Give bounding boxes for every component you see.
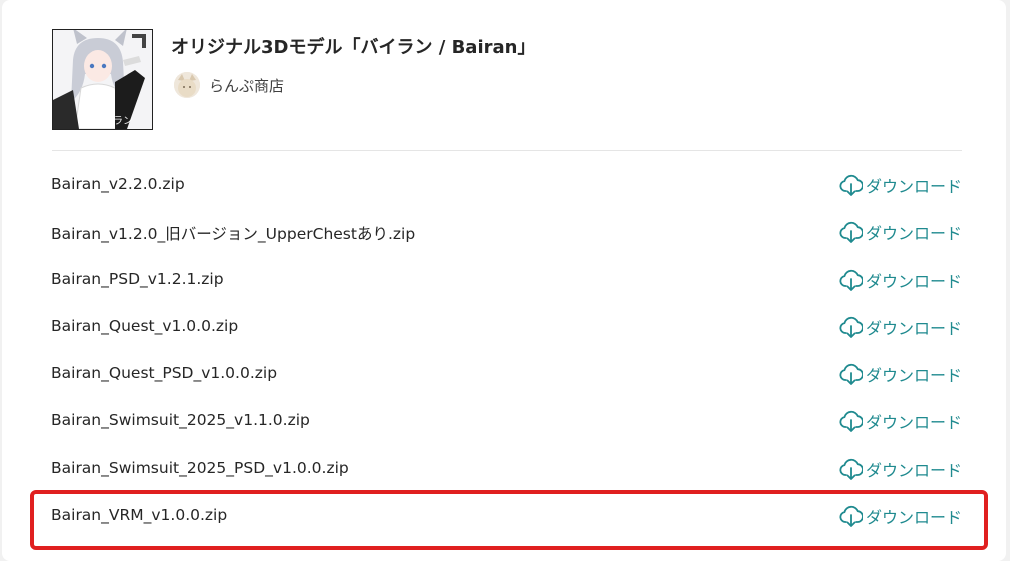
download-button[interactable]: ダウンロード (839, 219, 962, 245)
download-button[interactable]: ダウンロード (839, 172, 962, 198)
shop-avatar[interactable] (174, 72, 200, 98)
file-name: Bairan_v2.2.0.zip (51, 175, 185, 193)
character-illustration: バイラン (53, 30, 152, 129)
download-label: ダウンロード (865, 460, 962, 480)
file-row: Bairan_Quest_PSD_v1.0.0.zip ダウンロード (2, 351, 1006, 398)
file-list: Bairan_v2.2.0.zip ダウンロード Bairan_v1.2.0_旧… (2, 162, 1006, 540)
cloud-download-icon (839, 505, 863, 527)
file-row: Bairan_Quest_v1.0.0.zip ダウンロード (2, 304, 1006, 351)
download-button[interactable]: ダウンロード (839, 408, 962, 434)
cloud-download-icon (839, 458, 863, 480)
file-name: Bairan_Quest_PSD_v1.0.0.zip (51, 364, 278, 383)
product-card: バイラン オリジナル3Dモデル「バイラン / Bairan」 らんぷ商店 Bai… (2, 0, 1006, 561)
download-label: ダウンロード (865, 413, 962, 433)
file-name: Bairan_Quest_v1.0.0.zip (51, 316, 239, 335)
file-row: Bairan_PSD_v1.2.1.zip ダウンロード (2, 257, 1006, 304)
product-thumbnail[interactable]: バイラン (52, 29, 153, 130)
cloud-download-icon (839, 174, 863, 196)
file-name: Bairan_Swimsuit_2025_PSD_v1.0.0.zip (51, 458, 349, 477)
shop-name-link[interactable]: らんぷ商店 (209, 75, 284, 96)
file-name: Bairan_PSD_v1.2.1.zip (51, 269, 224, 288)
download-label: ダウンロード (865, 271, 962, 291)
shop-avatar-icon (174, 72, 200, 98)
file-name: Bairan_v1.2.0_旧バージョン_UpperChestあり.zip (51, 225, 416, 244)
divider (52, 150, 962, 151)
file-row: Bairan_v2.2.0.zip ダウンロード (2, 162, 1006, 209)
cloud-download-icon (839, 269, 863, 291)
file-name: Bairan_Swimsuit_2025_v1.1.0.zip (51, 411, 310, 430)
cloud-download-icon (839, 316, 863, 338)
file-row-highlighted: Bairan_VRM_v1.0.0.zip ダウンロード (2, 493, 1006, 540)
download-label: ダウンロード (865, 366, 962, 386)
cloud-download-icon (839, 411, 863, 433)
file-row: Bairan_Swimsuit_2025_PSD_v1.0.0.zip ダウンロ… (2, 446, 1006, 493)
download-button[interactable]: ダウンロード (839, 314, 962, 340)
download-button[interactable]: ダウンロード (839, 456, 962, 482)
download-button[interactable]: ダウンロード (839, 267, 962, 293)
download-label: ダウンロード (865, 508, 962, 528)
file-name: Bairan_VRM_v1.0.0.zip (51, 506, 228, 525)
download-label: ダウンロード (865, 318, 962, 338)
download-button[interactable]: ダウンロード (839, 361, 962, 387)
download-button[interactable]: ダウンロード (839, 503, 962, 529)
file-row: Bairan_v1.2.0_旧バージョン_UpperChestあり.zip ダウ… (2, 209, 1006, 256)
file-row: Bairan_Swimsuit_2025_v1.1.0.zip ダウンロード (2, 398, 1006, 445)
product-title[interactable]: オリジナル3Dモデル「バイラン / Bairan」 (171, 33, 535, 59)
thumbnail-caption: バイラン (93, 115, 133, 127)
download-label: ダウンロード (865, 177, 962, 196)
cloud-download-icon (839, 364, 863, 386)
download-label: ダウンロード (865, 224, 962, 244)
cloud-download-icon (839, 222, 863, 244)
